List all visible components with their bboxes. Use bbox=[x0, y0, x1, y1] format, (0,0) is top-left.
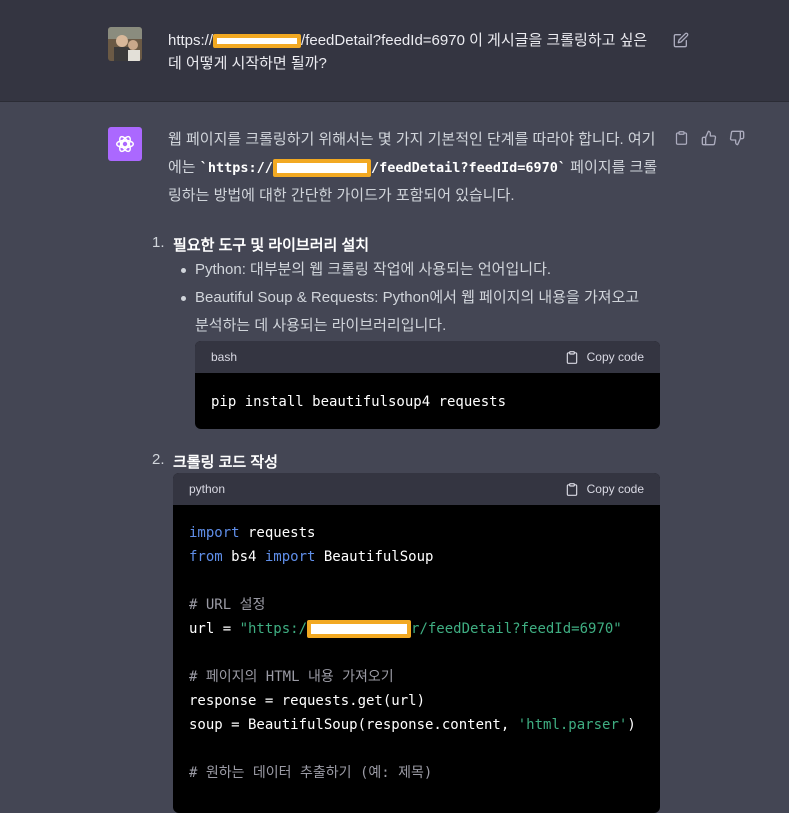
code-content: pip install beautifulsoup4 requests bbox=[195, 373, 660, 414]
code-line: response = requests.get(url) bbox=[189, 693, 426, 709]
code-block-bash: bash Copy code pip install beautifulsoup… bbox=[195, 341, 660, 429]
bullet-python: Python: 대부분의 웹 크롤링 작업에 사용되는 언어입니다. bbox=[195, 261, 552, 278]
bullet-beautifulsoup-cont: 분석하는 데 사용되는 라이브러리입니다. bbox=[195, 317, 447, 334]
code-block-python: python Copy code import requests from bs… bbox=[173, 473, 660, 813]
code-line: url = "https:/ r/feedDetail?feedId=6970" bbox=[189, 620, 622, 638]
intro-paragraph: 웹 페이지를 크롤링하기 위해서는 몇 가지 기본적인 단계를 따라야 합니다.… bbox=[168, 126, 658, 210]
code-content: import requests from bs4 import Beautifu… bbox=[173, 505, 660, 785]
copy-code-label: Copy code bbox=[586, 350, 644, 364]
code-comment: # 페이지의 HTML 내용 가져오기 bbox=[189, 669, 394, 685]
inline-code-url: `https:// /feedDetail?feedId=6970` bbox=[199, 159, 567, 177]
code-string: "https:/ bbox=[239, 621, 308, 637]
code-string: r/feedDetail?feedId=6970" bbox=[411, 621, 622, 637]
redacted-domain-inline bbox=[272, 159, 371, 177]
url-suffix: /feedDetail?feedId=6970 bbox=[301, 32, 465, 49]
code-block-header: python Copy code bbox=[173, 473, 660, 505]
inline-code-prefix: `https:// bbox=[199, 160, 273, 176]
code-keyword: from bbox=[189, 549, 223, 565]
code-line: pip install beautifulsoup4 requests bbox=[211, 394, 507, 410]
code-text: soup = BeautifulSoup(response.content, bbox=[189, 717, 518, 733]
code-string: 'html.parser' bbox=[517, 717, 628, 733]
step-number: 1. bbox=[152, 234, 165, 251]
bullet-dot bbox=[181, 296, 186, 301]
bullet-beautifulsoup: Beautiful Soup & Requests: Python에서 웹 페이… bbox=[195, 289, 640, 306]
openai-logo-icon bbox=[108, 127, 142, 161]
code-comment: # URL 설정 bbox=[189, 597, 266, 613]
code-text: bs4 bbox=[222, 549, 265, 565]
copy-code-button[interactable]: Copy code bbox=[565, 350, 644, 365]
user-avatar bbox=[108, 27, 142, 61]
code-language-label: python bbox=[189, 482, 226, 496]
code-text: ) bbox=[627, 717, 636, 733]
inline-code-suffix: /feedDetail?feedId=6970` bbox=[370, 160, 567, 176]
clipboard-icon bbox=[566, 350, 577, 364]
code-line: soup = BeautifulSoup(response.content, '… bbox=[189, 717, 636, 733]
user-message-row: https:///feedDetail?feedId=6970 이 게시글을 크… bbox=[0, 0, 789, 102]
clipboard-icon bbox=[566, 482, 577, 496]
copy-code-button[interactable]: Copy code bbox=[565, 482, 644, 497]
code-keyword: import bbox=[264, 549, 316, 565]
code-block-header: bash Copy code bbox=[195, 341, 660, 373]
step-title: 필요한 도구 및 라이브러리 설치 bbox=[173, 237, 370, 254]
code-text: requests bbox=[239, 525, 316, 541]
redacted-domain bbox=[213, 34, 302, 49]
code-text: BeautifulSoup bbox=[315, 549, 434, 565]
step-title: 크롤링 코드 작성 bbox=[173, 454, 278, 471]
bullet-dot bbox=[181, 268, 186, 273]
code-keyword: import bbox=[189, 525, 240, 541]
thumbs-down-icon[interactable] bbox=[728, 129, 746, 147]
user-message-text: https:///feedDetail?feedId=6970 이 게시글을 크… bbox=[168, 29, 648, 75]
code-language-label: bash bbox=[211, 350, 238, 364]
edit-icon[interactable] bbox=[672, 31, 690, 49]
code-line: import requests bbox=[189, 525, 315, 541]
code-text: url = bbox=[189, 621, 240, 637]
redacted-domain-code bbox=[307, 620, 412, 638]
step-number: 2. bbox=[152, 451, 165, 468]
assistant-answer-intro: 웹 페이지를 크롤링하기 위해서는 몇 가지 기본적인 단계를 따라야 합니다.… bbox=[168, 126, 658, 210]
thumbs-up-icon[interactable] bbox=[700, 129, 718, 147]
clipboard-icon[interactable] bbox=[672, 129, 690, 147]
code-line: from bs4 import BeautifulSoup bbox=[189, 549, 433, 565]
copy-code-label: Copy code bbox=[586, 482, 644, 496]
url-prefix: https:// bbox=[168, 32, 214, 49]
